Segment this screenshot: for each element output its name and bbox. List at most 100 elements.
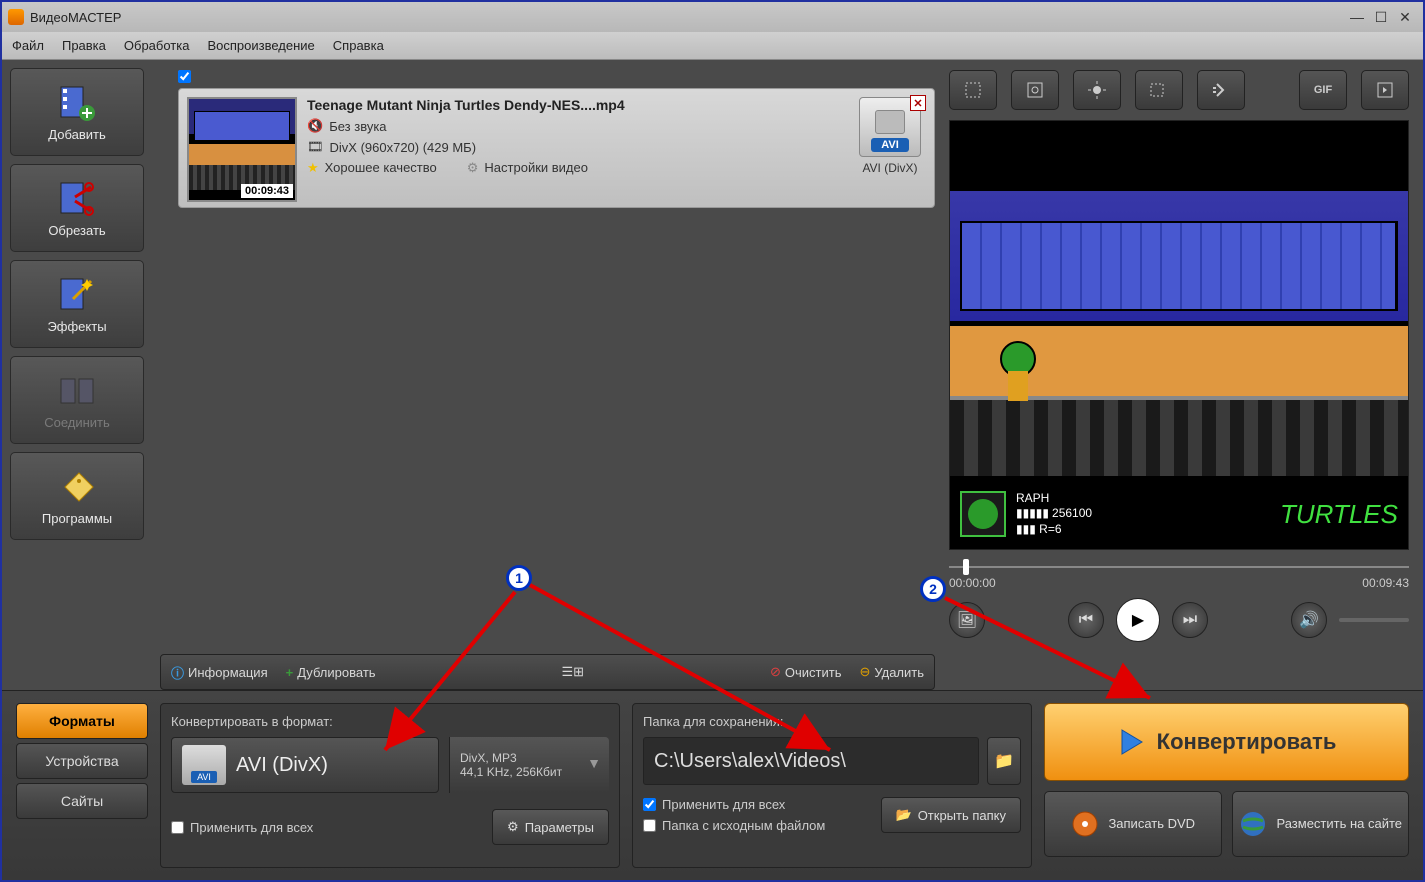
list-toolbar: ⓘИнформация +Дублировать ☰⊞ ⊘Очистить ⊖У…	[160, 654, 935, 690]
format-name: AVI (DivX)	[236, 754, 328, 777]
scrubber[interactable]	[963, 559, 969, 575]
avi-icon: AVI	[182, 745, 226, 785]
menu-file[interactable]: Файл	[12, 38, 44, 53]
cut-button[interactable]: Обрезать	[10, 164, 144, 252]
source-folder-checkbox[interactable]: Папка с исходным файлом	[643, 818, 825, 833]
center-panel: 00:09:43 Teenage Mutant Ninja Turtles De…	[152, 60, 943, 690]
tab-sites[interactable]: Сайты	[16, 783, 148, 819]
folder-label: Папка для сохранения:	[643, 714, 1021, 729]
remove-file-button[interactable]: ✕	[910, 95, 926, 111]
programs-button[interactable]: Программы	[10, 452, 144, 540]
gear-icon: ⚙	[467, 160, 479, 176]
menu-process[interactable]: Обработка	[124, 38, 190, 53]
hud-logo: TURTLES	[1280, 499, 1398, 530]
chevron-down-icon[interactable]: ▼	[587, 755, 601, 771]
settings-link[interactable]: Настройки видео	[484, 160, 588, 176]
delete-button[interactable]: ⊖Удалить	[859, 664, 924, 680]
preview-panel: GIF RAPH ▮▮▮▮▮256100	[943, 60, 1423, 690]
hud-r: R=6	[1039, 522, 1061, 536]
format-meta1: DivX, MP3	[460, 751, 599, 765]
programs-label: Программы	[42, 511, 112, 526]
quality-info: Хорошее качество	[325, 160, 437, 176]
file-item[interactable]: 00:09:43 Teenage Mutant Ninja Turtles De…	[178, 88, 935, 208]
clear-button[interactable]: ⊘Очистить	[770, 664, 842, 680]
video-preview: RAPH ▮▮▮▮▮256100 ▮▮▮ R=6 TURTLES	[949, 120, 1409, 550]
sidebar: Добавить Обрезать Эффекты Соединить Прог…	[2, 60, 152, 690]
tab-formats[interactable]: Форматы	[16, 703, 148, 739]
effects-button[interactable]: Эффекты	[10, 260, 144, 348]
file-title: Teenage Mutant Ninja Turtles Dendy-NES..…	[307, 97, 844, 113]
maximize-button[interactable]: ☐	[1369, 9, 1393, 25]
film-icon: 🎞	[307, 139, 324, 155]
app-icon	[8, 9, 24, 25]
browse-folder-button[interactable]: 📁	[987, 737, 1021, 785]
add-label: Добавить	[48, 127, 105, 142]
burn-dvd-button[interactable]: Записать DVD	[1044, 791, 1222, 857]
menu-edit[interactable]: Правка	[62, 38, 106, 53]
play-button[interactable]: ▶	[1116, 598, 1160, 642]
menu-help[interactable]: Справка	[333, 38, 384, 53]
tab-devices[interactable]: Устройства	[16, 743, 148, 779]
film-join-icon	[57, 371, 97, 411]
fullscreen-tool[interactable]	[1361, 70, 1409, 110]
upload-button[interactable]: Разместить на сайте	[1232, 791, 1410, 857]
crop-tool[interactable]	[949, 70, 997, 110]
motion-tool[interactable]	[1197, 70, 1245, 110]
star-icon: ★	[307, 160, 319, 176]
titlebar: ВидеоМАСТЕР — ☐ ✕	[2, 2, 1423, 32]
audio-info: Без звука	[329, 119, 386, 134]
apply-all-checkbox[interactable]: Применить для всех	[171, 820, 313, 835]
next-button[interactable]: ⏭	[1172, 602, 1208, 638]
app-title: ВидеоМАСТЕР	[30, 10, 121, 25]
prev-button[interactable]: ⏮	[1068, 602, 1104, 638]
menu-playback[interactable]: Воспроизведение	[207, 38, 314, 53]
join-label: Соединить	[44, 415, 110, 430]
file-thumbnail: 00:09:43	[187, 97, 297, 202]
cut-label: Обрезать	[48, 223, 105, 238]
mute-icon: 🔇	[307, 118, 323, 134]
view-toggle[interactable]: ☰⊞	[561, 664, 584, 680]
time-current: 00:00:00	[949, 576, 996, 590]
folder-open-icon: 📂	[896, 807, 912, 823]
convert-label: Конвертировать в формат:	[171, 714, 609, 729]
snapshot-button[interactable]: 🖼	[949, 602, 985, 638]
folder-icon: 📁	[994, 751, 1014, 771]
duplicate-button[interactable]: +Дублировать	[286, 665, 376, 680]
effects-label: Эффекты	[47, 319, 106, 334]
volume-slider[interactable]	[1339, 618, 1409, 622]
time-total: 00:09:43	[1362, 576, 1409, 590]
globe-icon	[1238, 809, 1268, 839]
format-selector[interactable]: AVI AVI (DivX) DivX, MP3 44,1 KHz, 256Кб…	[171, 737, 609, 793]
minimize-button[interactable]: —	[1345, 9, 1369, 25]
file-checkbox[interactable]	[178, 70, 191, 83]
gif-tool[interactable]: GIF	[1299, 70, 1347, 110]
timeline[interactable]	[949, 562, 1409, 572]
open-folder-button[interactable]: 📂Открыть папку	[881, 797, 1022, 833]
film-plus-icon	[57, 83, 97, 123]
output-path[interactable]: C:\Users\alex\Videos\	[643, 737, 979, 785]
close-button[interactable]: ✕	[1393, 9, 1417, 25]
convert-button[interactable]: Конвертировать	[1044, 703, 1409, 781]
format-panel: Конвертировать в формат: AVI AVI (DivX) …	[160, 703, 620, 868]
apply-all-path-checkbox[interactable]: Применить для всех	[643, 797, 825, 812]
hud-name: RAPH	[1016, 491, 1049, 505]
tag-icon	[57, 467, 97, 507]
format-badge-tag: AVI	[871, 138, 909, 152]
params-button[interactable]: ⚙Параметры	[492, 809, 609, 845]
brightness-tool[interactable]	[1073, 70, 1121, 110]
hud-score: 256100	[1052, 506, 1092, 522]
video-info: DivX (960x720) (429 МБ)	[330, 140, 477, 155]
stamp-tool[interactable]	[1011, 70, 1059, 110]
speed-tool[interactable]	[1135, 70, 1183, 110]
info-button[interactable]: ⓘИнформация	[171, 663, 268, 682]
add-button[interactable]: Добавить	[10, 68, 144, 156]
volume-button[interactable]: 🔊	[1291, 602, 1327, 638]
path-panel: Папка для сохранения: C:\Users\alex\Vide…	[632, 703, 1032, 868]
play-arrow-icon	[1117, 727, 1147, 757]
join-button: Соединить	[10, 356, 144, 444]
duration-badge: 00:09:43	[241, 184, 293, 198]
bottom-panel: Форматы Устройства Сайты Конвертировать …	[2, 690, 1423, 880]
menubar: Файл Правка Обработка Воспроизведение Сп…	[2, 32, 1423, 60]
format-text: AVI (DivX)	[862, 161, 917, 175]
gear-icon: ⚙	[507, 819, 519, 835]
